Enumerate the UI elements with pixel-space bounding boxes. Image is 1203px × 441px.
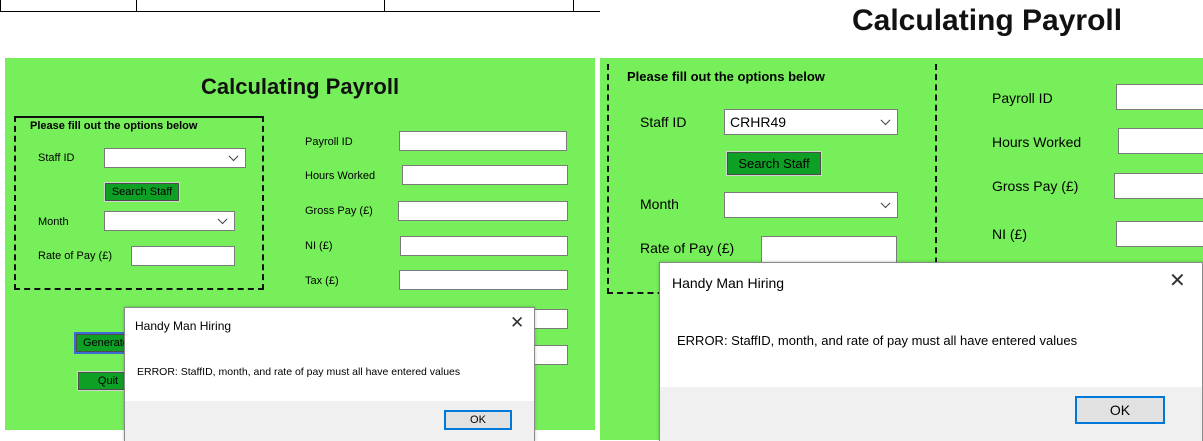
rate-of-pay-label: Rate of Pay (£) xyxy=(38,250,112,262)
table-cell-border xyxy=(136,0,137,12)
tax-label: Tax (£) xyxy=(305,275,339,287)
rate-of-pay-label: Rate of Pay (£) xyxy=(640,240,735,256)
month-label: Month xyxy=(38,216,69,228)
rate-of-pay-input[interactable] xyxy=(131,246,235,266)
chevron-down-icon xyxy=(880,115,891,126)
hours-worked-label: Hours Worked xyxy=(305,170,376,182)
options-group-label: Please fill out the options below xyxy=(624,69,828,84)
month-select[interactable] xyxy=(724,192,898,218)
close-icon[interactable]: ✕ xyxy=(1169,268,1186,293)
hours-worked-input[interactable] xyxy=(402,165,568,185)
search-staff-button[interactable]: Search Staff xyxy=(104,182,180,202)
chevron-down-icon xyxy=(880,198,891,209)
error-dialog-right: Handy Man Hiring ✕ ERROR: StaffID, month… xyxy=(659,262,1203,441)
options-group-label: Please fill out the options below xyxy=(27,120,201,132)
ni-label: NI (£) xyxy=(992,226,1027,242)
page-title: Calculating Payroll xyxy=(852,4,1123,37)
chevron-down-icon xyxy=(228,151,239,162)
staff-id-label: Staff ID xyxy=(640,114,687,130)
ni-input[interactable] xyxy=(400,236,568,256)
text-input[interactable] xyxy=(532,309,568,329)
gross-pay-input[interactable] xyxy=(398,201,568,221)
gross-pay-input[interactable] xyxy=(1114,173,1203,199)
hours-worked-label: Hours Worked xyxy=(992,134,1082,150)
month-select[interactable] xyxy=(104,211,235,231)
month-label: Month xyxy=(640,196,679,212)
table-cell-border xyxy=(384,0,385,12)
hours-worked-input[interactable] xyxy=(1118,128,1203,154)
dialog-message: ERROR: StaffID, month, and rate of pay m… xyxy=(677,333,1078,348)
chevron-down-icon xyxy=(217,214,228,225)
ok-button[interactable]: OK xyxy=(444,410,512,430)
dialog-title: Handy Man Hiring xyxy=(135,319,232,333)
search-staff-button[interactable]: Search Staff xyxy=(726,151,822,176)
ok-button[interactable]: OK xyxy=(1075,396,1165,424)
gross-pay-label: Gross Pay (£) xyxy=(305,205,373,217)
payroll-id-label: Payroll ID xyxy=(305,136,353,148)
dialog-footer: OK xyxy=(660,387,1202,441)
dialog-footer: OK xyxy=(125,401,534,441)
close-icon[interactable]: ✕ xyxy=(510,313,524,333)
table-cell-border xyxy=(573,0,574,12)
gross-pay-label: Gross Pay (£) xyxy=(992,178,1079,194)
payroll-id-input[interactable] xyxy=(399,131,567,151)
payroll-id-input[interactable] xyxy=(1116,84,1203,110)
tax-input[interactable] xyxy=(399,270,568,290)
ni-input[interactable] xyxy=(1116,221,1203,247)
ni-label: NI (£) xyxy=(305,240,333,252)
dialog-message: ERROR: StaffID, month, and rate of pay m… xyxy=(137,366,461,378)
table-fragment xyxy=(0,0,600,12)
staff-id-label: Staff ID xyxy=(38,152,75,164)
table-cell-border xyxy=(0,0,1,12)
error-dialog-left: Handy Man Hiring ✕ ERROR: StaffID, month… xyxy=(124,307,535,441)
text-input[interactable] xyxy=(532,345,568,365)
payroll-id-label: Payroll ID xyxy=(992,90,1053,106)
staff-id-select[interactable]: CRHR49 xyxy=(724,109,898,135)
staff-id-select[interactable] xyxy=(104,148,246,168)
page-title: Calculating Payroll xyxy=(201,74,400,99)
dialog-title: Handy Man Hiring xyxy=(672,275,785,291)
rate-of-pay-input[interactable] xyxy=(761,236,897,262)
